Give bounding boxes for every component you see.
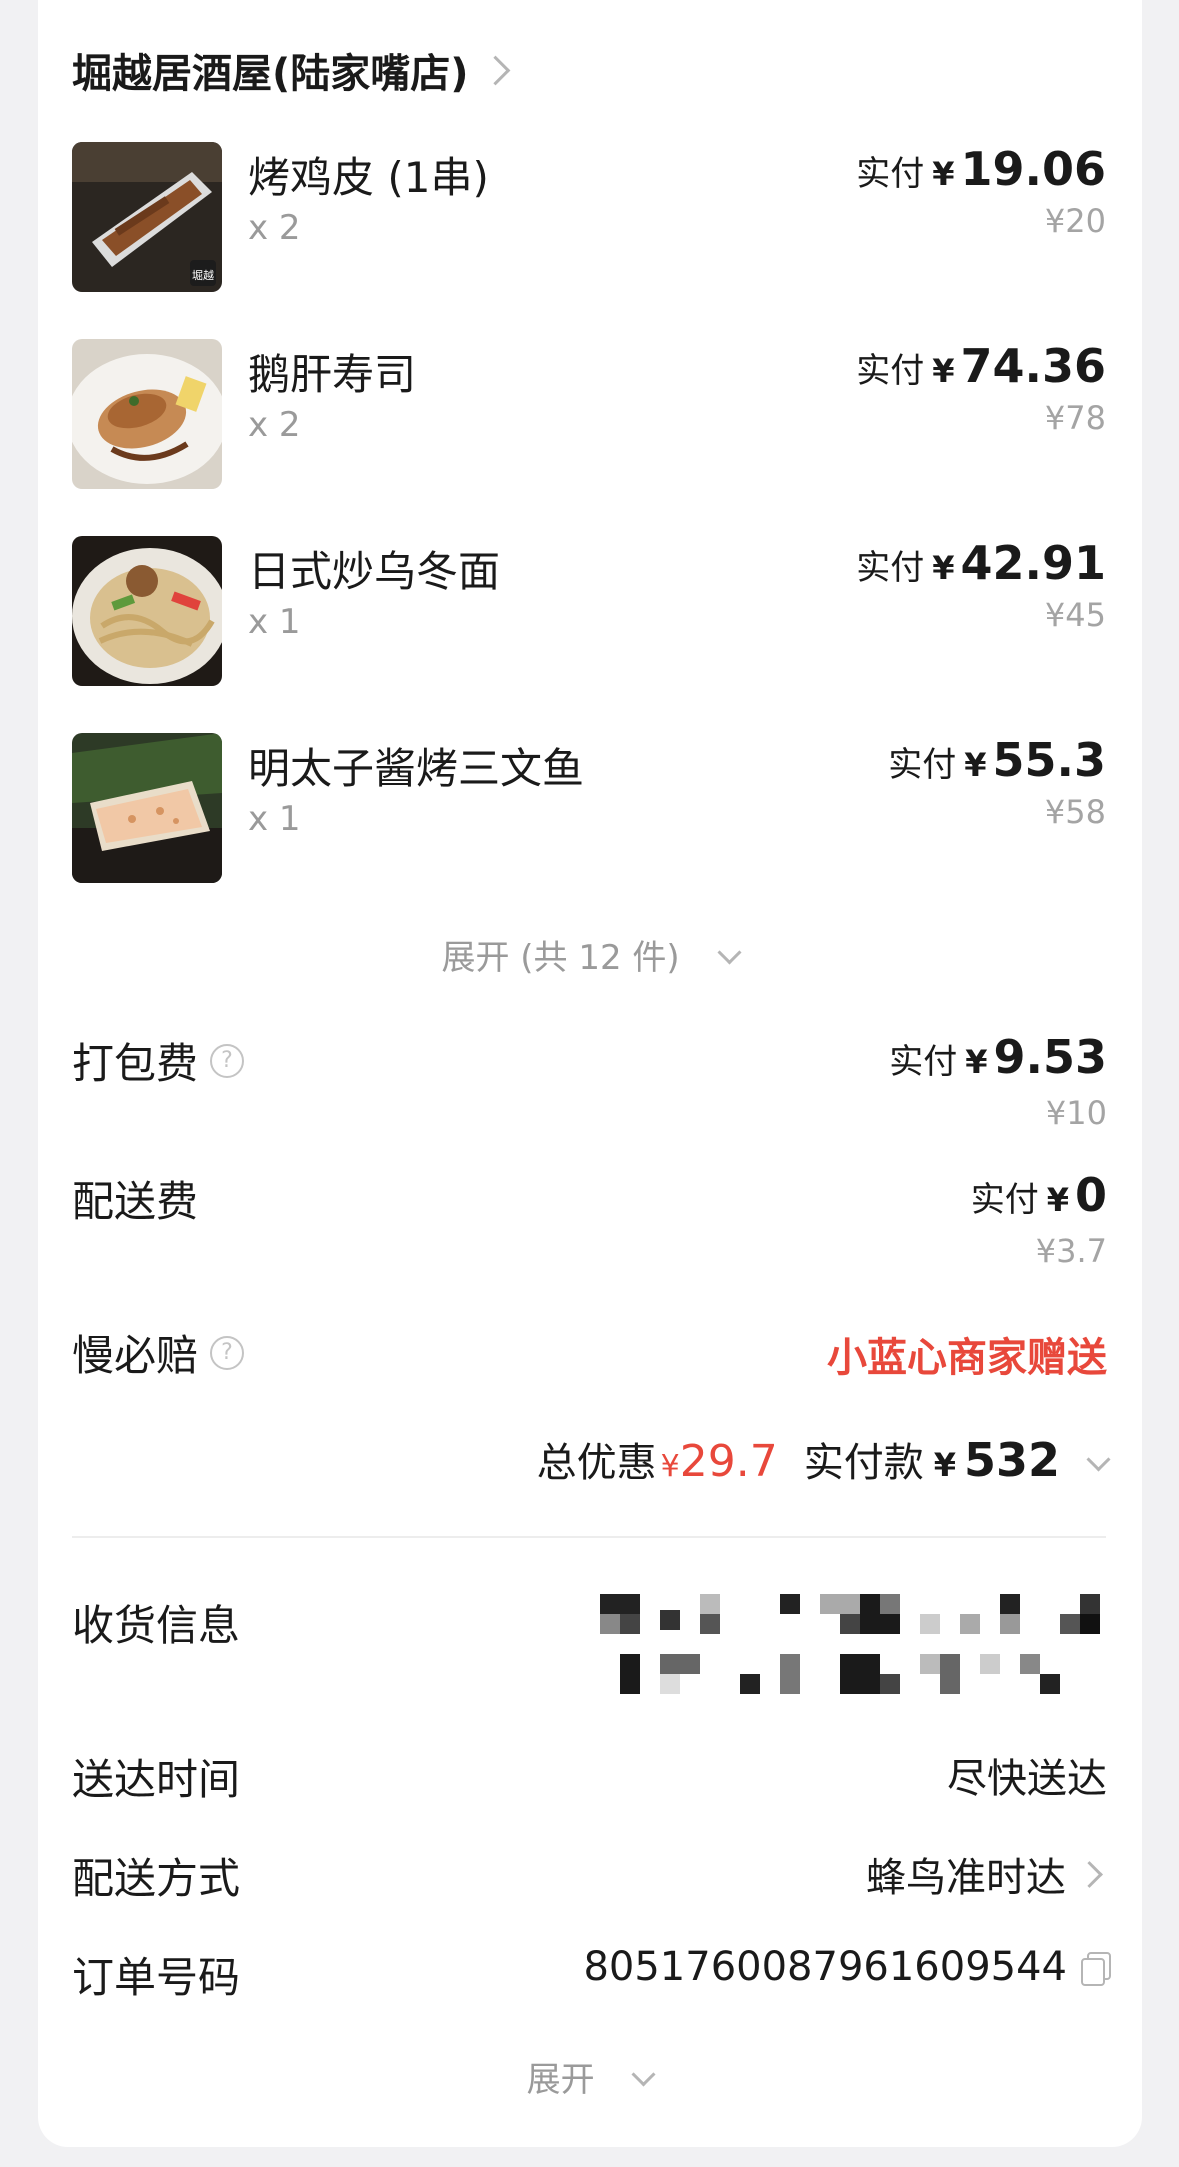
late-compensation-value: 小蓝心商家赠送 [827, 1335, 1107, 1381]
item-paid-price: 实付 ¥ 55.3 [888, 733, 1106, 787]
item-quantity: x 1 [248, 602, 301, 642]
order-item: 堀越 烤鸡皮 (1串) x 2 实付 ¥ 19.06 ¥20 [72, 142, 1106, 294]
section-divider [72, 1536, 1106, 1538]
currency-symbol: ¥ [932, 549, 955, 587]
currency-symbol: ¥ [964, 746, 987, 784]
expand-items-label[interactable]: 展开 (共 12 件) [441, 938, 679, 978]
item-paid-price: 实付 ¥ 19.06 [856, 142, 1106, 196]
question-mark-icon[interactable]: ? [210, 1335, 245, 1370]
order-item: 明太子酱烤三文鱼 x 1 实付 ¥ 55.3 ¥58 [72, 733, 1106, 885]
item-quantity: x 1 [248, 799, 301, 839]
paid-label: 实付 [856, 548, 925, 588]
currency-symbol: ¥ [965, 1043, 988, 1081]
order-item: 日式炒乌冬面 x 1 实付 ¥ 42.91 ¥45 [72, 536, 1106, 688]
receiver-info-redacted [580, 1590, 1160, 1710]
paid-value: 0 [1074, 1168, 1107, 1222]
item-quantity: x 2 [248, 405, 301, 445]
item-original-price: ¥45 [1044, 596, 1106, 634]
paid-value: 55.3 [992, 733, 1107, 787]
chevron-down-icon[interactable] [631, 2062, 656, 2087]
item-thumbnail-mentaiko-salmon [72, 733, 222, 883]
total-discount-label: 总优惠 [536, 1440, 657, 1486]
total-paid-label: 实付款 [803, 1440, 924, 1486]
thumb-logo-badge: 堀越 [192, 268, 214, 282]
packaging-fee-original: ¥10 [1045, 1094, 1107, 1132]
delivery-fee-original: ¥3.7 [1035, 1232, 1107, 1270]
order-number-value: 8051760087961609544 [583, 1944, 1111, 1990]
discount-currency: ¥ [660, 1449, 680, 1484]
paid-value: 74.36 [960, 339, 1106, 393]
chevron-right-icon[interactable] [480, 55, 510, 85]
chevron-right-icon[interactable] [1076, 1860, 1103, 1888]
late-compensation-label: 慢必赔 [72, 1331, 199, 1380]
currency-symbol: ¥ [932, 155, 955, 193]
paid-value: 19.06 [960, 142, 1106, 196]
expand-info-label[interactable]: 展开 [527, 2060, 595, 2100]
paid-value: 42.91 [960, 536, 1106, 590]
packaging-fee-label: 打包费 [72, 1039, 199, 1088]
paid-value: 9.53 [993, 1030, 1108, 1084]
paid-label: 实付 [888, 745, 957, 785]
item-original-price: ¥78 [1044, 399, 1106, 437]
item-name: 鹅肝寿司 [248, 350, 417, 399]
paid-label: 实付 [856, 351, 925, 391]
total-paid-value: 532 [963, 1433, 1060, 1487]
item-name: 明太子酱烤三文鱼 [248, 744, 585, 793]
item-original-price: ¥58 [1044, 793, 1106, 831]
item-original-price: ¥20 [1044, 202, 1106, 240]
order-number-text: 8051760087961609544 [583, 1944, 1067, 1990]
question-mark-icon[interactable]: ? [210, 1043, 245, 1078]
store-header[interactable]: 堀越居酒屋(陆家嘴店) [72, 40, 510, 100]
delivery-time-value: 尽快送达 [947, 1746, 1107, 1804]
order-item: 鹅肝寿司 x 2 实付 ¥ 74.36 ¥78 [72, 339, 1106, 491]
receiver-info-label: 收货信息 [72, 1601, 241, 1650]
currency-symbol: ¥ [1046, 1181, 1069, 1219]
packaging-fee-price: 实付 ¥ 9.53 ¥10 [889, 1030, 1107, 1132]
copy-icon[interactable] [1081, 1952, 1111, 1986]
currency-symbol: ¥ [932, 352, 955, 390]
expand-items-button[interactable]: 展开 (共 12 件) [0, 930, 1179, 979]
item-paid-price: 实付 ¥ 42.91 [856, 536, 1106, 590]
expand-info-button[interactable]: 展开 [0, 2052, 1179, 2101]
delivery-method-label: 配送方式 [72, 1854, 241, 1903]
item-name: 烤鸡皮 (1串) [248, 153, 489, 202]
item-name: 日式炒乌冬面 [248, 547, 501, 596]
paid-label: 实付 [970, 1180, 1039, 1220]
item-thumbnail-grilled-chicken-skin: 堀越 [72, 142, 222, 292]
item-paid-price: 实付 ¥ 74.36 [856, 339, 1106, 393]
item-thumbnail-fried-udon [72, 536, 222, 686]
item-thumbnail-foie-gras-sushi [72, 339, 222, 489]
delivery-time-text: 尽快送达 [947, 1756, 1107, 1802]
delivery-fee-paid: 实付 ¥ 0 [971, 1168, 1107, 1222]
delivery-time-label: 送达时间 [72, 1755, 241, 1804]
chevron-down-icon[interactable] [1086, 1447, 1111, 1472]
paid-currency: ¥ [933, 1446, 956, 1484]
late-compensation-row: 慢必赔 ? [72, 1322, 245, 1383]
packaging-fee-paid: 实付 ¥ 9.53 [889, 1030, 1107, 1084]
order-number-label: 订单号码 [72, 1953, 241, 2002]
chevron-down-icon[interactable] [716, 940, 742, 965]
paid-label: 实付 [889, 1042, 958, 1082]
delivery-fee-label: 配送费 [72, 1177, 199, 1226]
delivery-fee-price: 实付 ¥ 0 ¥3.7 [971, 1168, 1107, 1270]
order-total-summary[interactable]: 总优惠 ¥ 29.7 实付款 ¥ 532 [536, 1430, 1111, 1488]
delivery-fee-row: 配送费 [72, 1168, 198, 1229]
delivery-method-text[interactable]: 蜂鸟准时达 [866, 1845, 1066, 1903]
total-discount-value: 29.7 [679, 1436, 778, 1487]
item-quantity: x 2 [248, 208, 301, 248]
delivery-method-link[interactable]: 蜂鸟准时达 [866, 1845, 1107, 1903]
store-name[interactable]: 堀越居酒屋(陆家嘴店) [72, 41, 469, 99]
packaging-fee-row: 打包费 ? [72, 1030, 245, 1091]
paid-label: 实付 [856, 154, 925, 194]
